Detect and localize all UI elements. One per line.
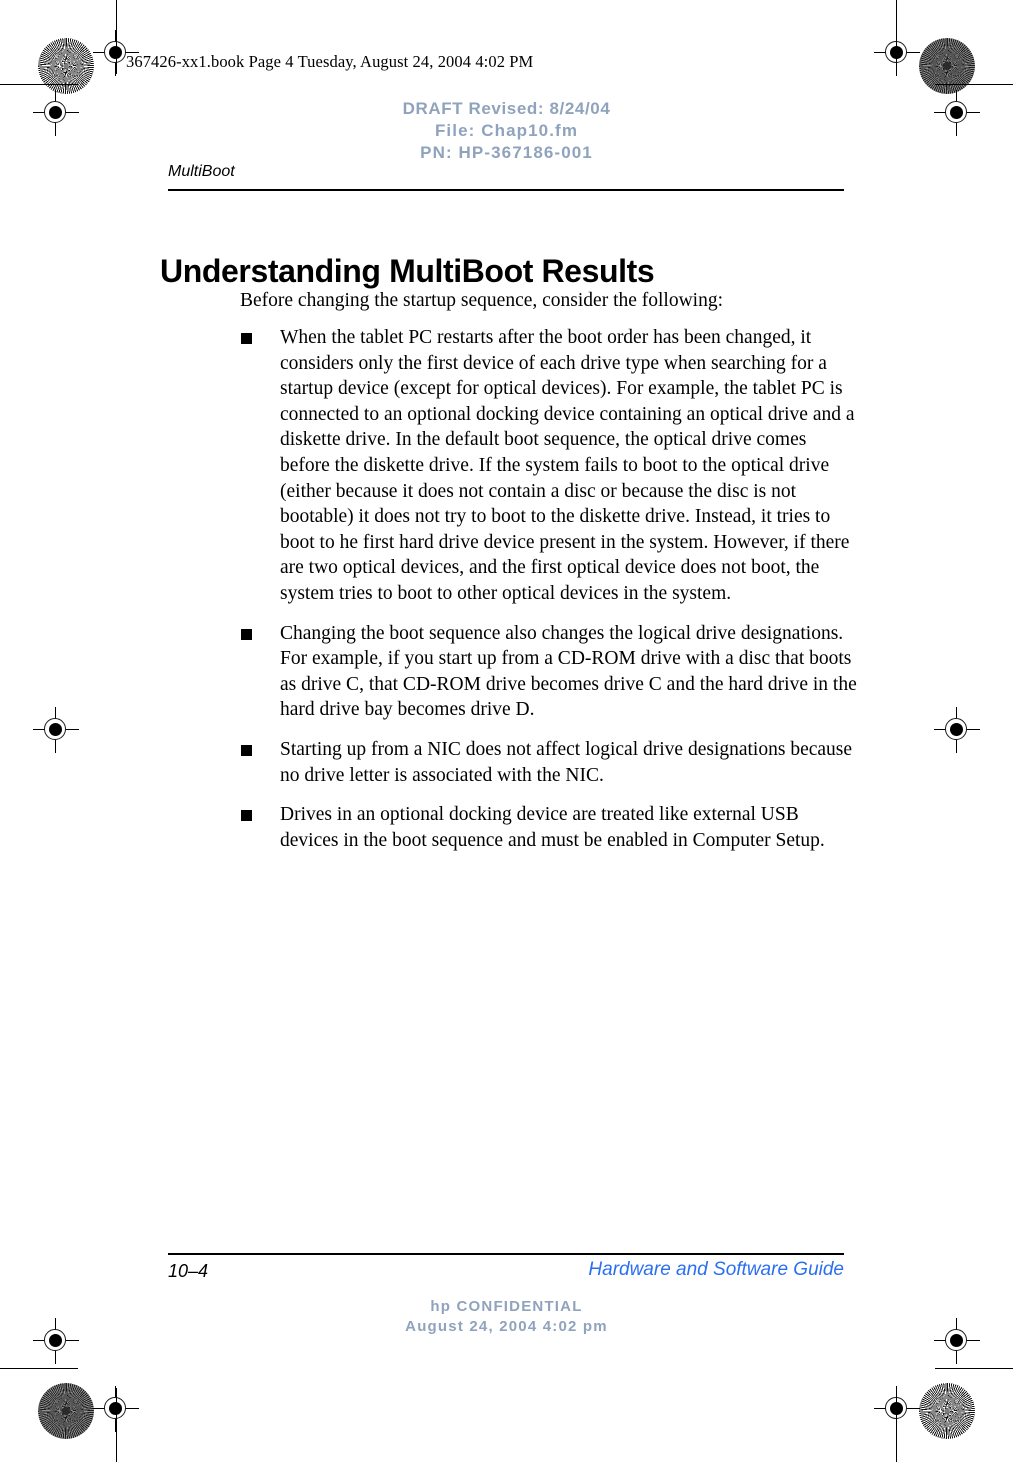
draft-file-line: File: Chap10.fm xyxy=(434,121,579,140)
confidential-label: hp CONFIDENTIAL xyxy=(430,1298,583,1315)
list-item-text: Drives in an optional docking device are… xyxy=(280,804,825,851)
square-bullet-icon xyxy=(241,333,252,344)
page-number: 10–4 xyxy=(168,1261,209,1281)
square-bullet-icon xyxy=(241,810,252,822)
list-item-text: Changing the boot sequence also changes … xyxy=(280,622,857,721)
confidential-timestamp: August 24, 2004 4:02 pm xyxy=(405,1318,608,1335)
list-item-text: Starting up from a NIC does not affect l… xyxy=(280,738,853,786)
list-item: Changing the boot sequence also changes … xyxy=(240,621,860,723)
draft-partnumber-line: PN: HP-367186-001 xyxy=(420,143,593,162)
list-item: Drives in an optional docking device are… xyxy=(240,802,860,853)
footer-rule xyxy=(168,1253,844,1255)
page-title: Understanding MultiBoot Results xyxy=(160,253,655,290)
document-page: 367426-xx1.book Page 4 Tuesday, August 2… xyxy=(0,0,1013,1462)
scan-header-line: 367426-xx1.book Page 4 Tuesday, August 2… xyxy=(126,52,534,71)
list-item-text: When the tablet PC restarts after the bo… xyxy=(280,327,855,604)
bullet-list: When the tablet PC restarts after the bo… xyxy=(240,325,860,867)
square-bullet-icon xyxy=(241,744,252,756)
header-rule xyxy=(168,189,844,191)
draft-stamp: DRAFT Revised: 8/24/04 File: Chap10.fm P… xyxy=(0,98,1013,164)
intro-paragraph: Before changing the startup sequence, co… xyxy=(240,290,724,311)
guide-title: Hardware and Software Guide xyxy=(588,1259,844,1280)
list-item: When the tablet PC restarts after the bo… xyxy=(240,325,860,607)
draft-revised-line: DRAFT Revised: 8/24/04 xyxy=(402,99,611,118)
confidential-stamp: hp CONFIDENTIAL August 24, 2004 4:02 pm xyxy=(0,1297,1013,1337)
running-head-chapter: MultiBoot xyxy=(168,163,235,180)
list-item: Starting up from a NIC does not affect l… xyxy=(240,737,860,788)
square-bullet-icon xyxy=(241,628,252,640)
